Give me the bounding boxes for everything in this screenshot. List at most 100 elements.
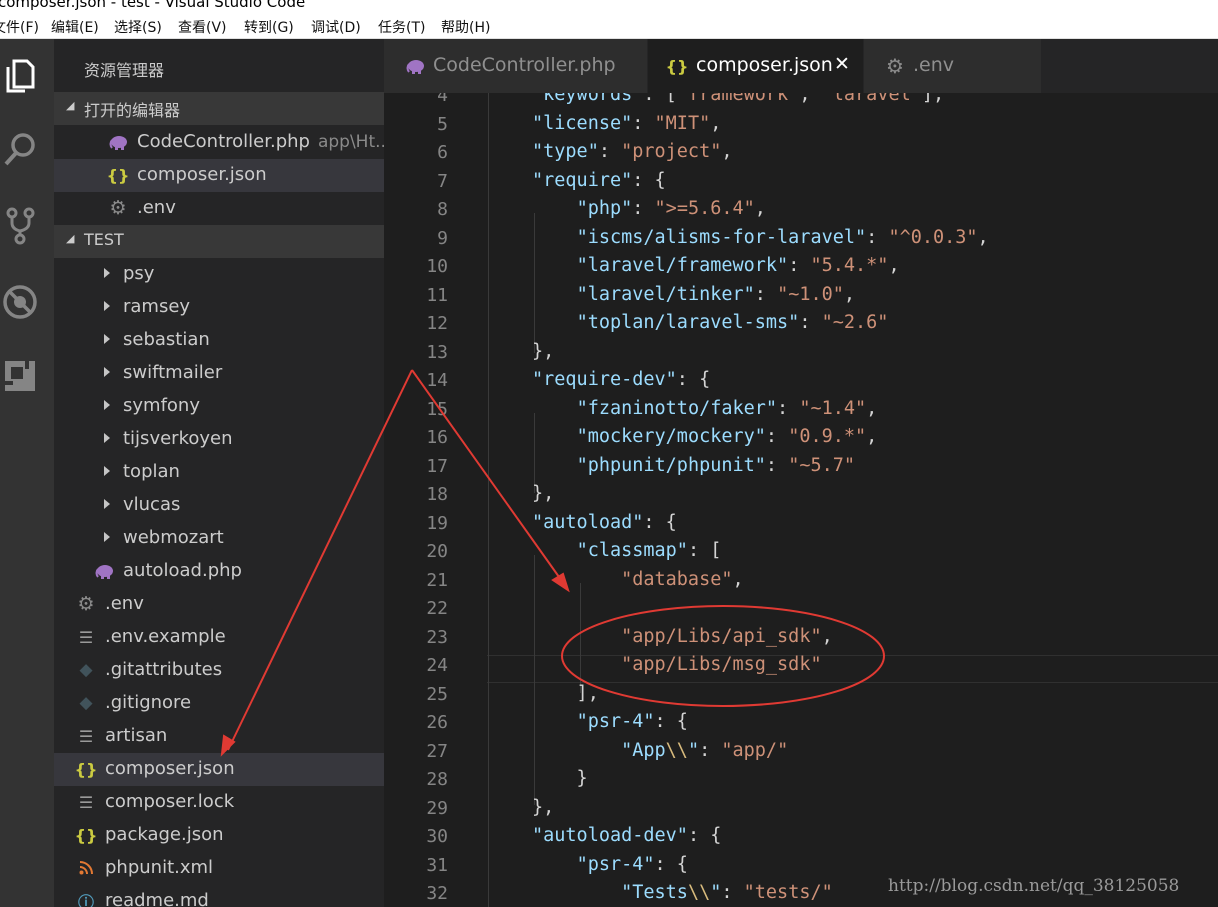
code-token: :	[799, 312, 822, 333]
code-token: "classmap"	[576, 540, 688, 561]
code-token: :	[777, 397, 800, 419]
tree-file-composer-json[interactable]: {} composer.json	[54, 753, 384, 786]
open-editor-env[interactable]: ⚙ .env	[54, 192, 384, 225]
tree-folder[interactable]: toplan	[54, 456, 384, 489]
tree-file-env[interactable]: ⚙ .env	[54, 588, 384, 621]
chevron-right-icon	[104, 301, 110, 311]
tree-file-artisan[interactable]: ☰ artisan	[54, 720, 384, 753]
tab-env[interactable]: ⚙ .env	[864, 39, 1041, 93]
code-line: "toplan/laravel-sms": "~2.6"	[532, 312, 889, 333]
code-editor[interactable]: 4 5 6 7 8 9 10 11 12 13 14 15 16 17 18 19 20 21 22 23 24 25 26…	[384, 93, 1218, 907]
tree-file-phpunit-xml[interactable]: phpunit.xml	[54, 852, 384, 885]
project-header[interactable]: ◢ TEST	[54, 225, 384, 258]
php-elephant-icon	[404, 55, 426, 77]
menu-file[interactable]: 文件(F)	[0, 17, 39, 37]
explorer-icon[interactable]	[0, 53, 40, 99]
line-number: 11	[426, 284, 448, 306]
tree-folder[interactable]: sebastian	[54, 324, 384, 357]
tree-file-composer-lock[interactable]: ☰ composer.lock	[54, 786, 384, 819]
code-line: "fzaninotto/faker": "~1.4",	[532, 397, 878, 419]
menu-help[interactable]: 帮助(H)	[441, 17, 490, 37]
tree-folder[interactable]: webmozart	[54, 522, 384, 555]
tree-file-label: composer.json	[105, 758, 235, 779]
code-line: },	[532, 797, 554, 818]
tree-file-readme[interactable]: ⓘ readme.md	[54, 885, 384, 907]
tree-folder[interactable]: vlucas	[54, 489, 384, 522]
tree-folder[interactable]: psy	[54, 258, 384, 291]
code-token: :	[632, 112, 655, 134]
open-editor-codecontroller[interactable]: CodeController.php app\Ht...	[54, 126, 384, 159]
menu-edit[interactable]: 编辑(E)	[51, 17, 99, 37]
gear-icon: ⚙	[77, 593, 95, 615]
code-token: "app/Libs/api_sdk"	[621, 625, 822, 647]
chevron-right-icon	[104, 499, 110, 509]
code-token: ],	[532, 682, 599, 704]
tree-folder[interactable]: symfony	[54, 390, 384, 423]
code-token: "database"	[621, 568, 733, 590]
tab-codecontroller[interactable]: CodeController.php	[384, 39, 647, 93]
code-token: "MIT"	[654, 112, 711, 134]
code-token: "psr-4"	[576, 853, 655, 875]
menu-debug[interactable]: 调试(D)	[311, 17, 361, 37]
menu-view[interactable]: 查看(V)	[178, 17, 227, 37]
tree-file-autoload[interactable]: autoload.php	[54, 555, 384, 588]
tree-file-label: phpunit.xml	[105, 857, 214, 878]
line-number: 22	[426, 598, 448, 619]
tree-file-package-json[interactable]: {} package.json	[54, 819, 384, 852]
code-token: : {	[687, 825, 722, 846]
code-token: "tests/"	[743, 882, 833, 903]
source-control-icon[interactable]	[0, 203, 40, 249]
tree-folder[interactable]: ramsey	[54, 291, 384, 324]
code-token: "iscms/alisms-for-laravel"	[576, 226, 867, 248]
code-line: "laravel/tinker": "~1.0",	[532, 284, 855, 305]
extensions-icon[interactable]	[0, 353, 40, 399]
menu-selection[interactable]: 选择(S)	[114, 17, 162, 37]
code-token: : {	[643, 511, 677, 533]
tree-file-label: .env	[105, 593, 144, 614]
line-number: 6	[437, 142, 448, 163]
tree-file-gitignore[interactable]: ◆ .gitignore	[54, 687, 384, 720]
tree-folder[interactable]: swiftmailer	[54, 357, 384, 390]
editor-tab-bar: CodeController.php {} composer.json ✕ ⚙ …	[384, 39, 1218, 93]
chevron-right-icon	[104, 367, 110, 377]
open-editors-header[interactable]: ◢ 打开的编辑器	[54, 92, 384, 125]
code-token: "laravel/tinker"	[576, 283, 755, 305]
code-line: "app/Libs/api_sdk",	[532, 626, 833, 647]
tree-file-label: .gitignore	[105, 692, 192, 713]
code-token: :	[699, 739, 722, 761]
search-icon[interactable]	[0, 127, 40, 173]
line-number: 8	[437, 199, 448, 220]
code-token: \\	[665, 739, 688, 761]
code-line: "database",	[532, 569, 744, 590]
code-line: "psr-4": {	[532, 711, 688, 732]
tree-folder[interactable]: tijsverkoyen	[54, 423, 384, 456]
debug-icon[interactable]	[0, 279, 40, 325]
tab-close-icon[interactable]: ✕	[834, 53, 850, 75]
code-token: "fzaninotto/faker"	[576, 397, 778, 419]
line-number: 5	[437, 113, 448, 135]
gear-icon: ⚙	[109, 197, 127, 219]
code-line: "autoload-dev": {	[532, 825, 721, 846]
line-number: 7	[437, 170, 448, 192]
code-line: "keywords": ["framework", "laravel"],	[532, 93, 944, 105]
open-editor-label: CodeController.php	[137, 131, 310, 152]
chevron-right-icon	[104, 400, 110, 410]
menu-goto[interactable]: 转到(G)	[244, 17, 294, 37]
code-token: :	[598, 141, 622, 162]
tree-file-gitattributes[interactable]: ◆ .gitattributes	[54, 654, 384, 687]
line-number: 25	[426, 683, 448, 705]
json-braces-icon: {}	[665, 56, 689, 76]
window-titlebar: composer.json - test - Visual Studio Cod…	[0, 0, 1218, 13]
tab-composer-json[interactable]: {} composer.json ✕	[648, 39, 863, 93]
open-editor-composer-json[interactable]: {} composer.json	[54, 159, 384, 192]
code-token: "php"	[576, 198, 633, 219]
menu-tasks[interactable]: 任务(T)	[378, 17, 425, 37]
code-token: "phpunit/phpunit"	[576, 454, 766, 476]
tree-folder-label: sebastian	[123, 329, 210, 350]
tree-file-env-example[interactable]: ☰ .env.example	[54, 621, 384, 654]
